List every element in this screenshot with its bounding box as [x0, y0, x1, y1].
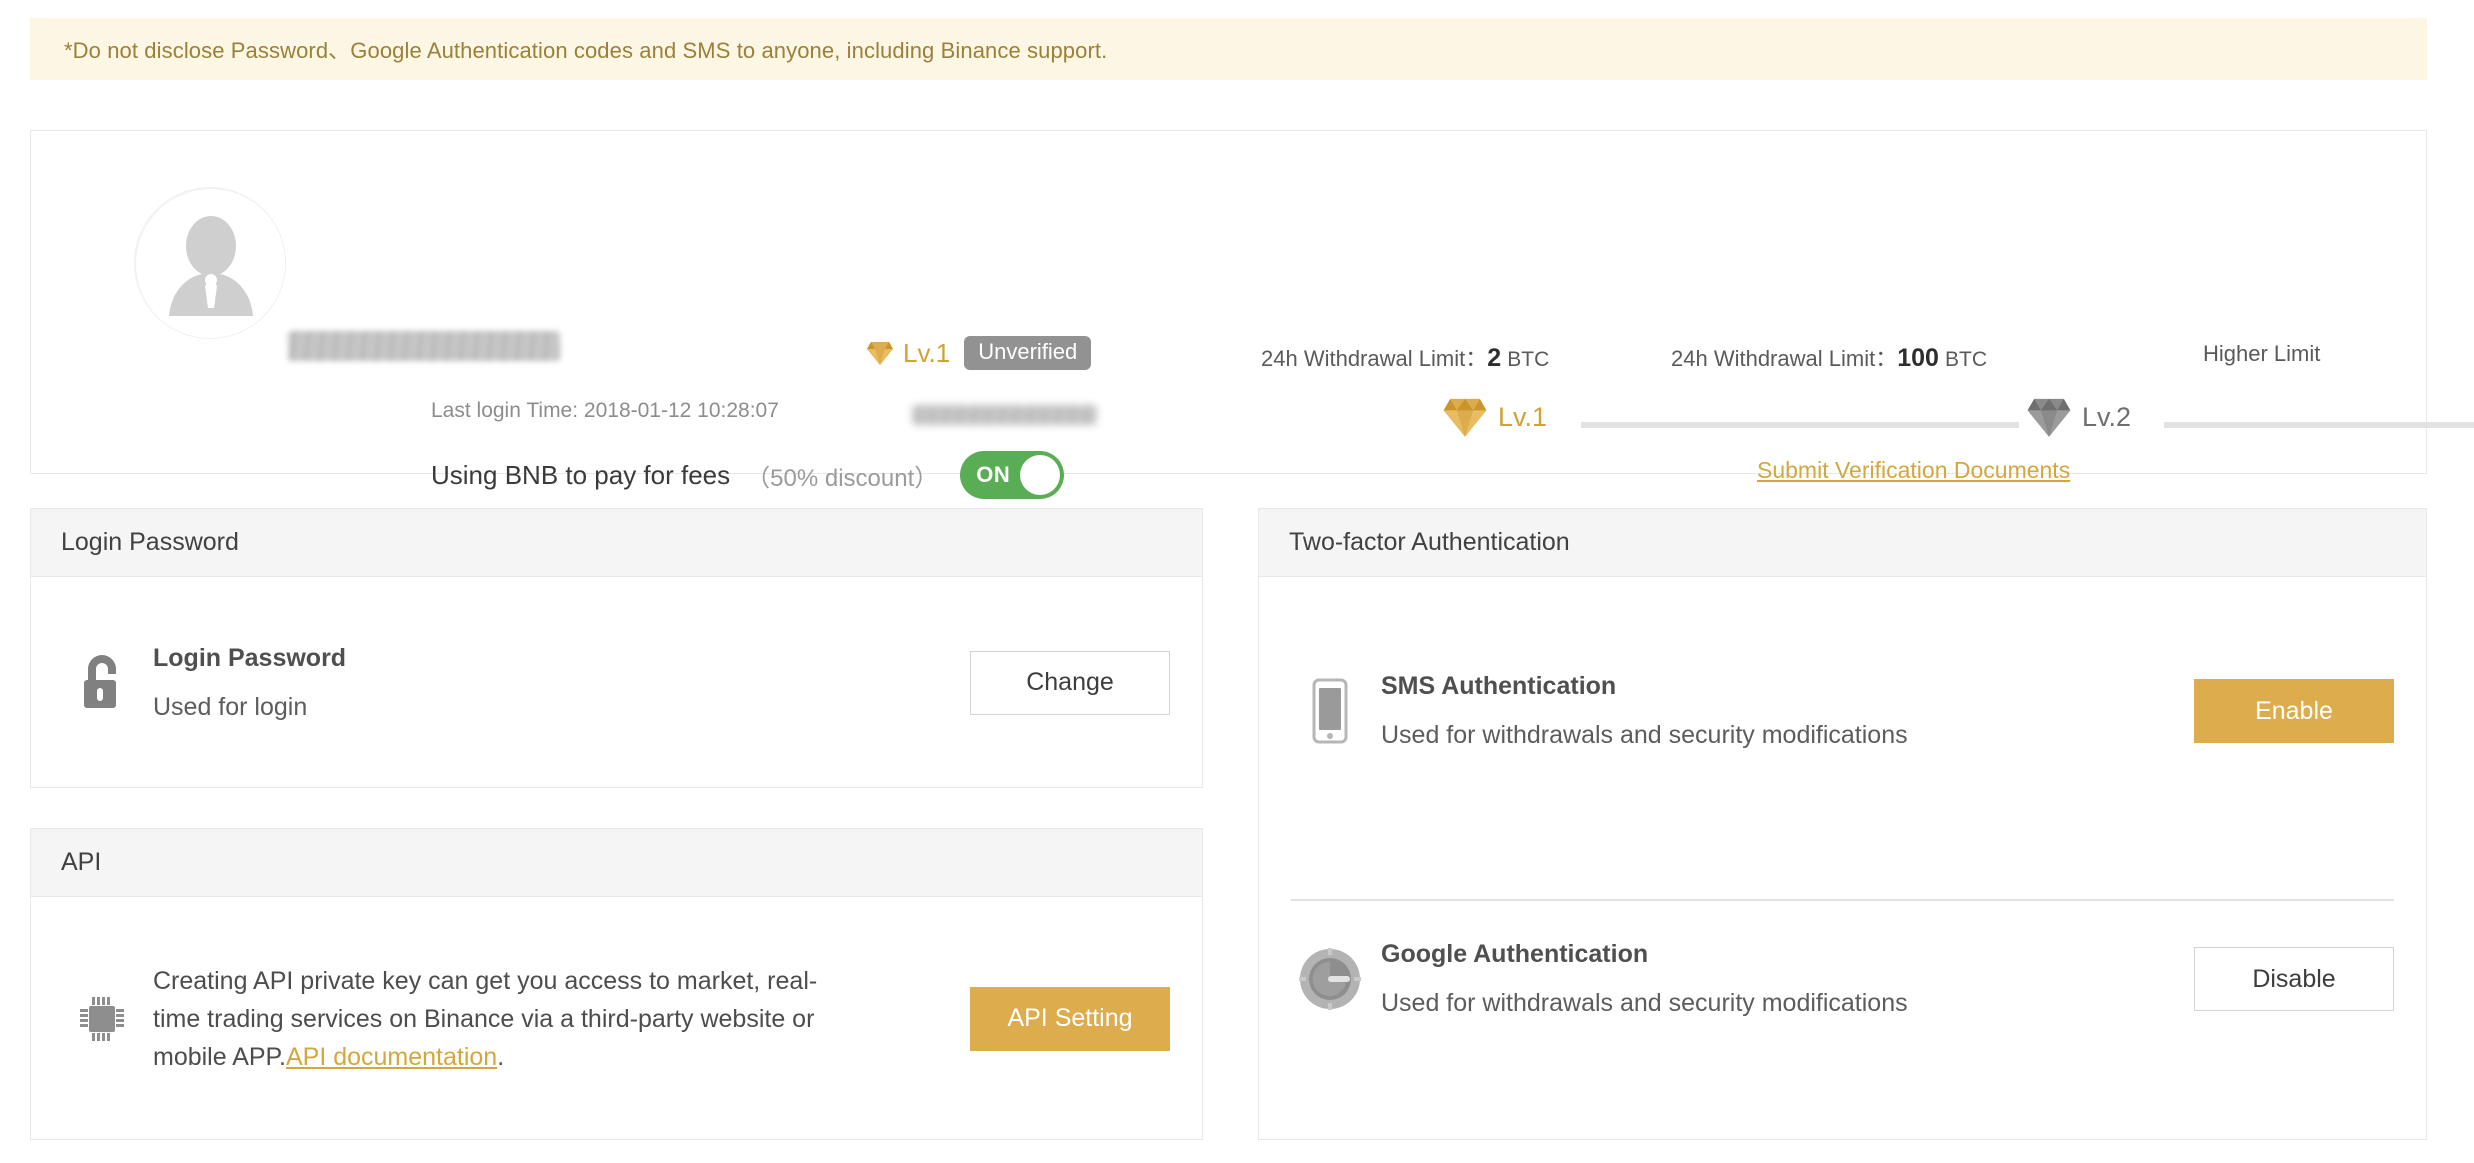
avatar[interactable] [134, 187, 286, 339]
bnb-fee-row: Using BNB to pay for fees （50% discount）… [431, 451, 1065, 499]
last-login-ip-masked [912, 405, 1097, 425]
api-description-period: . [497, 1042, 505, 1071]
ladder-limit-lv2-value: 100 [1897, 344, 1939, 372]
login-password-title: Login Password [153, 643, 347, 672]
change-password-button[interactable]: Change [970, 650, 1170, 715]
google-authentication-row: Google Authentication Used for withdrawa… [1259, 845, 2426, 1113]
google-authentication-subtitle: Used for withdrawals and security modifi… [1381, 989, 1908, 1017]
sms-authentication-row: SMS Authentication Used for withdrawals … [1259, 577, 2426, 845]
ladder-limit-lv1-unit: BTC [1507, 348, 1550, 371]
toggle-knob [1020, 455, 1061, 495]
sms-authentication-title: SMS Authentication [1381, 672, 1617, 700]
api-description: Creating API private key can get you acc… [153, 962, 853, 1076]
login-password-row: Login Password Used for login Change [31, 577, 1202, 788]
google-authenticator-icon-wrap [1291, 948, 1369, 1010]
sms-authentication-subtitle: Used for withdrawals and security modifi… [1381, 721, 1908, 749]
api-documentation-link[interactable]: API documentation [286, 1043, 497, 1071]
phone-icon-wrap [1291, 678, 1369, 744]
api-panel-header: API [31, 829, 1202, 897]
last-login-time: Last login Time: 2018-01-12 10:28:07 [431, 399, 779, 422]
ladder-limit-labels: 24h Withdrawal Limit：2 BTC 24h Withdrawa… [1261, 341, 2361, 377]
google-disable-button[interactable]: Disable [2194, 947, 2394, 1011]
lock-icon-wrap [63, 654, 141, 712]
google-authentication-title: Google Authentication [1381, 940, 1649, 968]
ladder-node-lv2: Lv.2 [2026, 395, 2131, 439]
api-setting-button[interactable]: API Setting [970, 986, 1170, 1051]
chip-icon [80, 996, 124, 1041]
ladder-limit-lv2-unit: BTC [1945, 348, 1988, 371]
google-authenticator-icon [1299, 948, 1361, 1010]
two-factor-panel-body: SMS Authentication Used for withdrawals … [1259, 577, 2426, 1113]
diamond-gray-icon [2027, 398, 2071, 437]
submit-verification-documents-link[interactable]: Submit Verification Documents [1757, 457, 2070, 484]
profile-level-label: Lv.1 [903, 337, 951, 368]
sms-enable-button[interactable]: Enable [2194, 679, 2394, 743]
diamond-gold-icon [867, 342, 893, 365]
ladder-limit-lv3: Higher Limit [2203, 341, 2321, 366]
ladder-limit-lv1-label: 24h Withdrawal Limit： [1261, 346, 1488, 371]
two-factor-panel-header: Two-factor Authentication [1259, 509, 2426, 577]
ladder-node-lv1: Lv.1 [1442, 395, 1547, 439]
security-warning-text: *Do not disclose Password、Google Authent… [64, 38, 1108, 63]
ladder-connector-1 [1581, 422, 2019, 428]
withdrawal-level-ladder: 24h Withdrawal Limit：2 BTC 24h Withdrawa… [1261, 341, 2474, 501]
user-avatar-icon [135, 188, 285, 338]
login-password-subtitle: Used for login [153, 692, 308, 721]
profile-level-row: Lv.1 Unverified [866, 336, 1092, 370]
account-security-page: *Do not disclose Password、Google Authent… [0, 0, 2474, 1163]
diamond-gold-icon [1443, 398, 1487, 437]
ladder-limit-lv1-value: 2 [1487, 344, 1502, 372]
api-row: Creating API private key can get you acc… [31, 897, 1202, 1140]
chip-icon-wrap [63, 992, 141, 1046]
bnb-toggle-state-label: ON [976, 462, 1011, 487]
bnb-fee-toggle[interactable]: ON [960, 451, 1065, 499]
login-password-panel-body: Login Password Used for login Change [31, 577, 1202, 788]
login-password-panel: Login Password Login Password Used for l… [30, 508, 1203, 788]
login-password-panel-header: Login Password [31, 509, 1202, 577]
login-password-texts: Login Password Used for login [141, 644, 970, 722]
two-factor-authentication-panel: Two-factor Authentication SMS Authentica… [1258, 508, 2427, 1140]
ladder-limit-lv1: 24h Withdrawal Limit：2 BTC [1261, 341, 1549, 373]
api-panel: API Creating API private key can get you… [30, 828, 1203, 1140]
username-masked [288, 331, 560, 361]
ladder-links: Submit Verification Documents Contact Us [1261, 457, 2361, 491]
ladder-connector-2 [2164, 422, 2474, 428]
ladder-limit-lv2: 24h Withdrawal Limit：100 BTC [1671, 341, 1987, 373]
lock-icon [84, 654, 116, 708]
bnb-discount-label: （50% discount） [746, 464, 939, 492]
google-authentication-texts: Google Authentication Used for withdrawa… [1369, 940, 2194, 1018]
ladder-track: Lv.1 Lv.2 [1261, 395, 2474, 451]
ladder-limit-lv2-label: 24h Withdrawal Limit： [1671, 346, 1898, 371]
profile-summary-card: Lv.1 Unverified Last login Time: 2018-01… [30, 130, 2474, 499]
profile-level: Lv.1 [866, 338, 950, 369]
ladder-node-lv2-label: Lv.2 [2082, 401, 2132, 432]
sms-authentication-texts: SMS Authentication Used for withdrawals … [1369, 672, 2194, 750]
security-warning-banner: *Do not disclose Password、Google Authent… [30, 18, 2427, 80]
ladder-node-lv1-label: Lv.1 [1498, 401, 1548, 432]
bnb-fee-label: Using BNB to pay for fees [431, 459, 731, 490]
status-badge: Unverified [964, 336, 1092, 370]
phone-icon [1312, 678, 1348, 744]
api-texts: Creating API private key can get you acc… [141, 962, 970, 1076]
api-panel-body: Creating API private key can get you acc… [31, 897, 1202, 1140]
